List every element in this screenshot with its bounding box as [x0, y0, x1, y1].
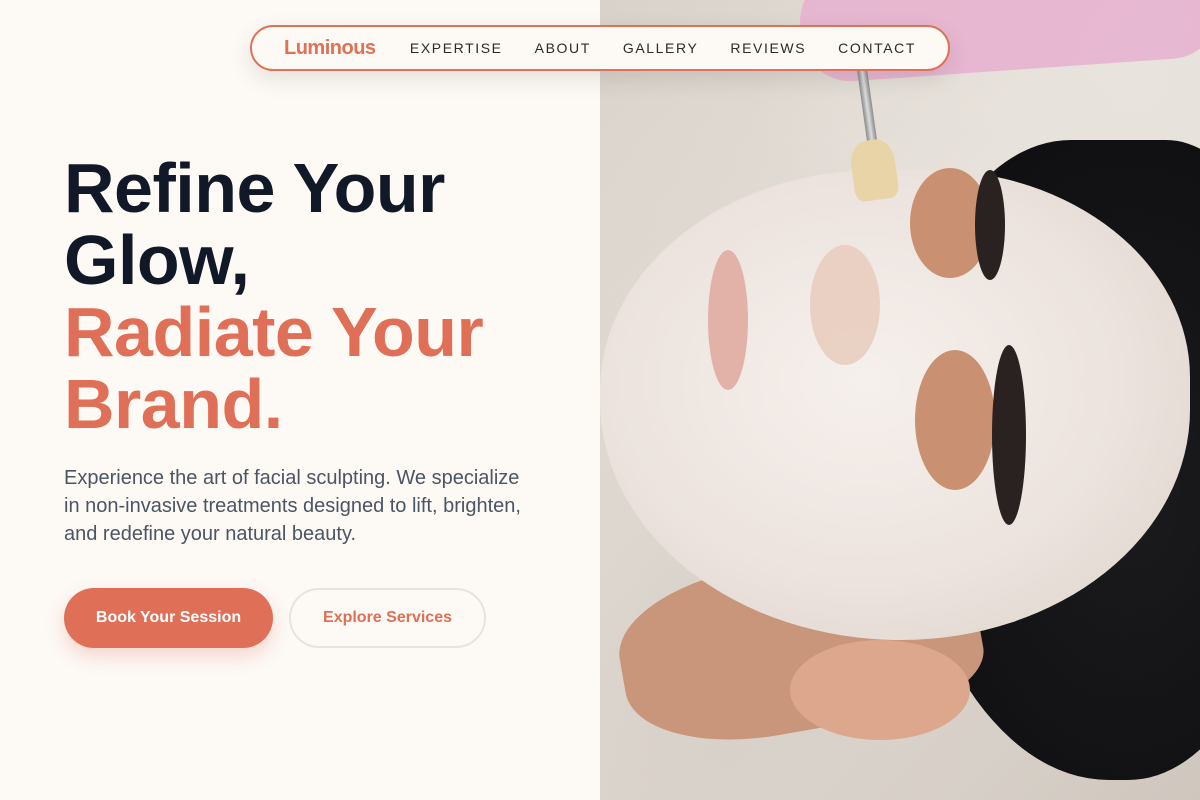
hero-description: Experience the art of facial sculpting. …: [64, 467, 521, 545]
headline-line-1: Refine Your: [64, 149, 445, 227]
lips: [708, 250, 748, 390]
ear: [790, 640, 970, 740]
nav-link-expertise[interactable]: EXPERTISE: [410, 40, 503, 56]
book-session-button[interactable]: Book Your Session: [64, 588, 273, 648]
headline-accent-line-1: Radiate Your: [64, 293, 484, 371]
headline-accent-line-2: Brand.: [64, 365, 283, 443]
nav-links: EXPERTISE ABOUT GALLERY REVIEWS CONTACT: [410, 40, 916, 56]
eye-lower: [915, 350, 995, 490]
nose: [810, 245, 880, 365]
face-mask: [600, 170, 1190, 640]
brand-logo[interactable]: Luminous: [284, 37, 410, 60]
nav-link-contact[interactable]: CONTACT: [838, 40, 916, 56]
brow-lower: [992, 345, 1026, 525]
explore-services-button[interactable]: Explore Services: [289, 588, 486, 648]
hero-photo: [600, 0, 1200, 800]
nav-link-reviews[interactable]: REVIEWS: [730, 40, 806, 56]
hero-headline: Refine Your Glow, Radiate Your Brand.: [64, 152, 584, 440]
headline-line-2: Glow,: [64, 221, 250, 299]
nav-link-gallery[interactable]: GALLERY: [623, 40, 699, 56]
top-navbar: Luminous EXPERTISE ABOUT GALLERY REVIEWS…: [250, 25, 950, 71]
nav-link-about[interactable]: ABOUT: [535, 40, 591, 56]
brow-upper: [975, 170, 1005, 280]
